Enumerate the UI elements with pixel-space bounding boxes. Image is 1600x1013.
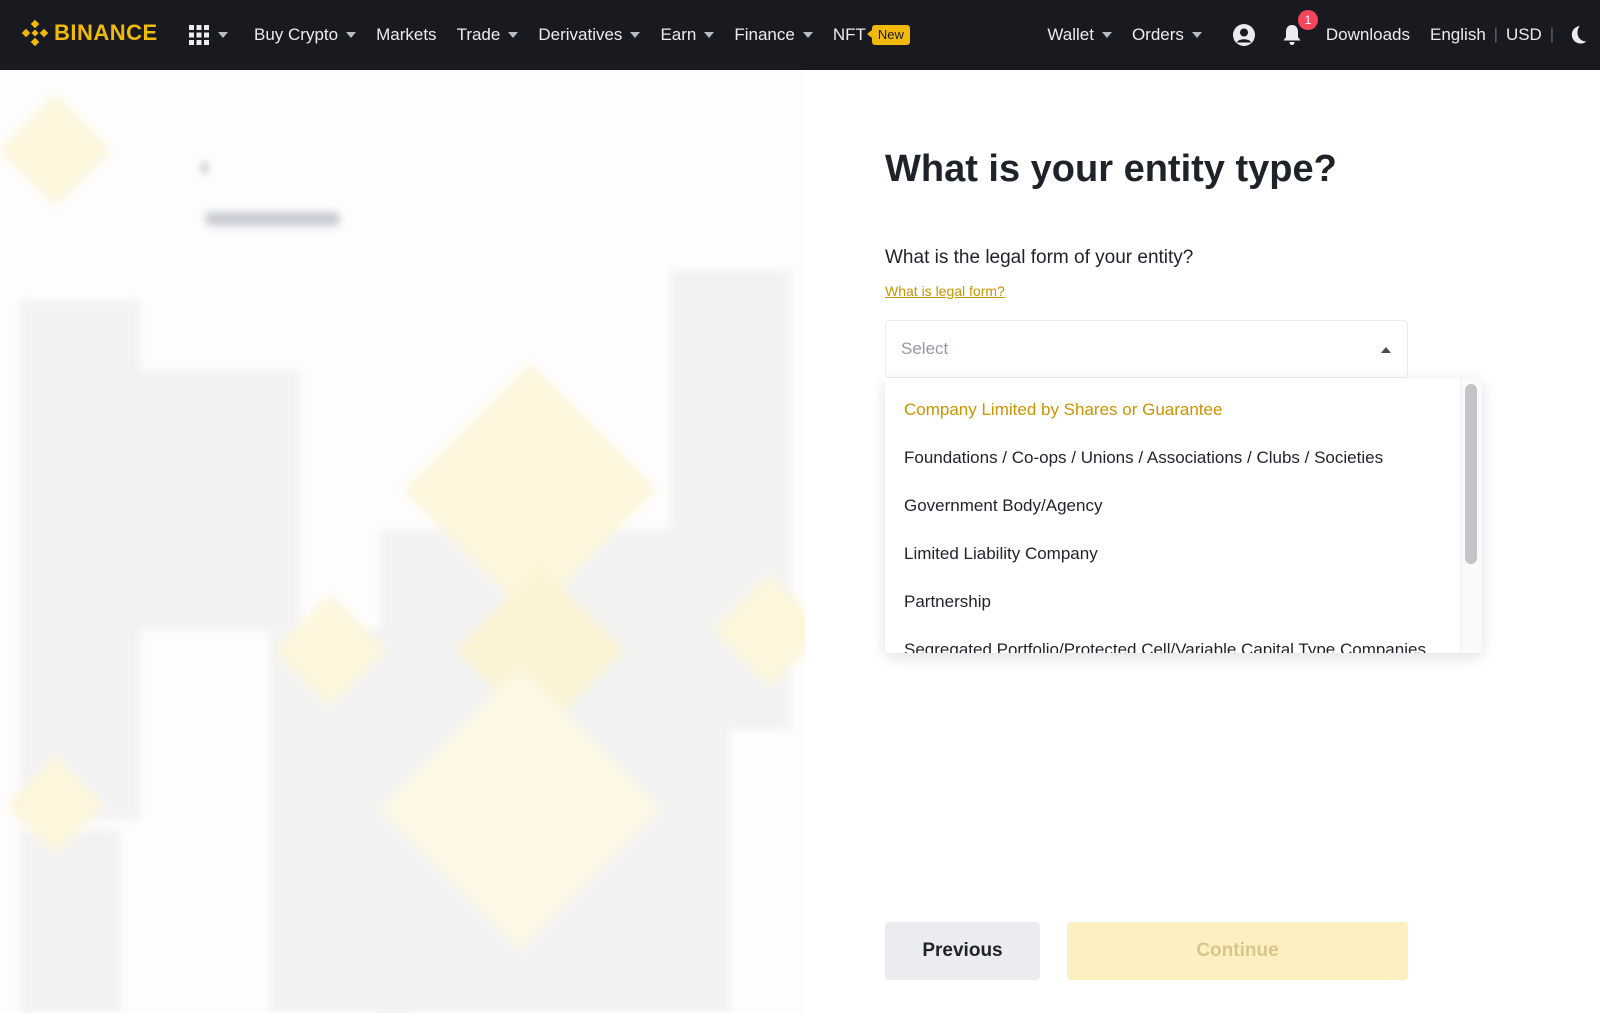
- divider: |: [1549, 26, 1554, 43]
- background-block: [20, 300, 140, 820]
- nav-trade[interactable]: Trade: [457, 25, 519, 45]
- moon-theme-icon[interactable]: [1566, 24, 1588, 46]
- blurred-back-arrow: ‹: [200, 150, 210, 181]
- nav-item-label: NFT: [832, 25, 866, 44]
- dropdown-scrollbar[interactable]: [1460, 378, 1482, 653]
- nav-buy-crypto[interactable]: Buy Crypto: [254, 25, 357, 45]
- notification-count-badge: 1: [1297, 10, 1318, 30]
- apps-grid-icon: [189, 25, 209, 45]
- blurred-placeholder: [205, 212, 340, 226]
- top-navigation-bar: BINANCE Buy Crypto Markets Trade Derivat…: [0, 0, 1600, 70]
- option-foundations[interactable]: Foundations / Co-ops / Unions / Associat…: [904, 448, 1383, 468]
- chevron-down-icon: [218, 32, 228, 38]
- currency-selector[interactable]: USD: [1506, 25, 1542, 45]
- page-title: What is your entity type?: [885, 148, 1337, 190]
- language-selector[interactable]: English: [1430, 25, 1486, 45]
- nav-downloads[interactable]: Downloads: [1326, 25, 1410, 45]
- nav-item-label: English: [1430, 25, 1486, 44]
- continue-button[interactable]: Continue: [1067, 922, 1408, 980]
- nav-item-label: Trade: [456, 25, 501, 44]
- chevron-down-icon: [802, 32, 813, 38]
- chevron-down-icon: [1191, 32, 1202, 38]
- chevron-down-icon: [704, 32, 715, 38]
- nav-item-label: Derivatives: [538, 25, 623, 44]
- nav-nft[interactable]: NFT New: [833, 25, 910, 45]
- background-diamond: [0, 93, 112, 207]
- binance-logo-icon: [21, 19, 49, 47]
- nav-markets[interactable]: Markets: [376, 25, 436, 45]
- main-menu: Buy Crypto Markets Trade Derivatives Ear…: [254, 0, 930, 70]
- binance-logo[interactable]: BINANCE: [20, 17, 158, 49]
- option-segregated-portfolio[interactable]: Segregated Portfolio/Protected Cell/Vari…: [904, 640, 1426, 653]
- select-placeholder: Select: [901, 339, 949, 358]
- decorative-background: ‹: [0, 70, 805, 1013]
- apps-menu-button[interactable]: [188, 20, 228, 50]
- legal-form-help-link[interactable]: What is legal form?: [885, 283, 1005, 299]
- nav-wallet[interactable]: Wallet: [1047, 25, 1112, 45]
- chevron-down-icon: [346, 32, 357, 38]
- option-company-limited[interactable]: Company Limited by Shares or Guarantee: [904, 400, 1222, 420]
- option-partnership[interactable]: Partnership: [904, 592, 991, 612]
- background-block: [130, 370, 300, 630]
- nav-item-label: Earn: [660, 25, 697, 44]
- chevron-up-icon: [1381, 347, 1391, 353]
- option-government-body[interactable]: Government Body/Agency: [904, 496, 1102, 516]
- nav-item-label: Wallet: [1047, 25, 1094, 44]
- previous-button[interactable]: Previous: [885, 922, 1040, 980]
- brand-name: BINANCE: [54, 20, 158, 45]
- nav-item-label: Orders: [1131, 25, 1184, 44]
- scrollbar-thumb[interactable]: [1465, 384, 1477, 564]
- nav-orders[interactable]: Orders: [1132, 25, 1202, 45]
- nav-item-label: Downloads: [1325, 25, 1411, 44]
- nav-item-label: Markets: [376, 25, 437, 44]
- option-limited-liability-company[interactable]: Limited Liability Company: [904, 544, 1098, 564]
- chevron-down-icon: [630, 32, 641, 38]
- nav-item-label: Finance: [734, 25, 795, 44]
- legal-form-dropdown-list: Company Limited by Shares or Guarantee F…: [885, 378, 1482, 653]
- user-profile-button[interactable]: [1230, 21, 1258, 49]
- nav-finance[interactable]: Finance: [734, 25, 813, 45]
- chevron-down-icon: [1101, 32, 1112, 38]
- user-profile-icon: [1232, 24, 1255, 46]
- nav-derivatives[interactable]: Derivatives: [538, 25, 641, 45]
- background-block: [20, 830, 120, 1013]
- divider: |: [1493, 26, 1498, 43]
- nav-earn[interactable]: Earn: [660, 25, 715, 45]
- new-badge: New: [866, 25, 910, 45]
- notifications-button[interactable]: 1: [1278, 10, 1318, 49]
- nav-item-label: Buy Crypto: [254, 25, 339, 44]
- nav-item-label: USD: [1505, 25, 1542, 44]
- account-menu: Wallet Orders 1 Downloads English | USD …: [1047, 0, 1600, 70]
- question-label: What is the legal form of your entity?: [885, 247, 1194, 268]
- chevron-down-icon: [508, 32, 519, 38]
- legal-form-select[interactable]: Select: [885, 320, 1408, 378]
